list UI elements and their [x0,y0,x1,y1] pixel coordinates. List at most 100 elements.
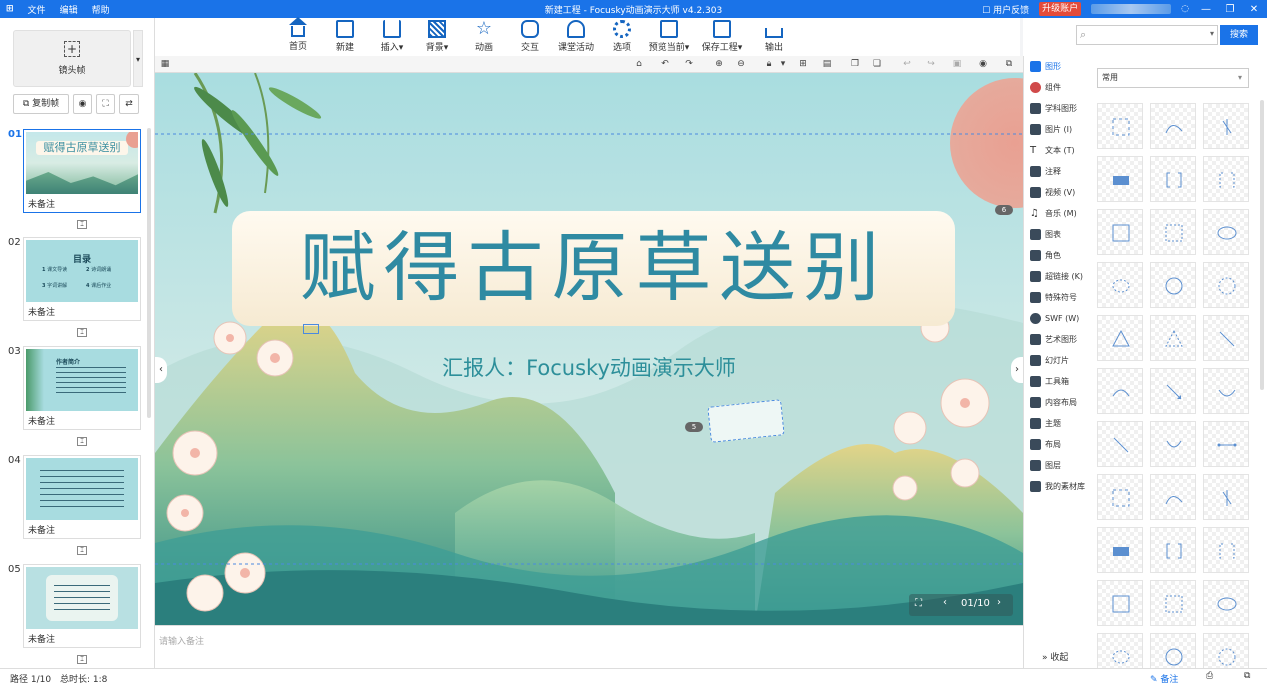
toolbar-new[interactable]: 新建 [321,20,369,53]
category-layers[interactable]: 图层 [1030,457,1061,473]
shape-item[interactable] [1203,474,1249,520]
window-mode-icon[interactable]: ⧉ [1244,671,1250,681]
export-status-icon[interactable]: ⎙ [1206,671,1213,681]
toolbar-export[interactable]: 输出 [750,20,798,53]
account-name[interactable] [1091,4,1172,14]
prev-page-icon[interactable]: ‹ [943,597,947,608]
slide-card[interactable]: 未备注 [23,455,141,539]
copy-frame-button[interactable]: ⧉ 复制帧 [13,94,69,114]
shape-item[interactable] [1150,156,1196,202]
collapse-button[interactable]: » 收起 [1042,650,1068,663]
shape-item[interactable] [1203,262,1249,308]
next-slide-arrow[interactable]: › [1011,357,1023,383]
shape-item[interactable] [1150,368,1196,414]
layout-icon[interactable]: ▦ [159,58,171,70]
shape-item[interactable] [1150,474,1196,520]
camera-button[interactable]: ◉ [73,94,92,114]
undo-icon[interactable]: ↩ [901,58,913,70]
notes-field[interactable]: 请输入备注 [155,625,1023,668]
shape-item[interactable] [1203,209,1249,255]
shape-item[interactable] [1203,103,1249,149]
slide-card[interactable]: 目录 1 课文导读 2 诗词朗诵 3 字词讲解 4 课后作业 未备注 [23,237,141,321]
category-symbols[interactable]: 特殊符号 [1030,289,1077,305]
toolbar-home[interactable]: 首页 [274,17,322,52]
transition-icon[interactable]: ⌶ [77,220,87,229]
delete-icon[interactable]: ▣ [951,58,963,70]
badge-marker[interactable]: 6 [995,205,1013,215]
category-shapes[interactable]: 图形 [1030,58,1061,74]
shape-item[interactable] [1150,262,1196,308]
rotate-right-icon[interactable]: ↷ [683,58,695,70]
shape-filter-select[interactable]: 常用 [1097,68,1249,88]
lens-frame-dropdown[interactable]: ▾ [133,30,143,87]
reorder-button[interactable]: ⇄ [119,94,139,114]
category-content-layout[interactable]: 内容布局 [1030,394,1077,410]
toolbar-background[interactable]: 背景▾ [413,20,461,53]
shape-item[interactable] [1150,527,1196,573]
toolbar-options[interactable]: 选项 [598,20,646,53]
restore-button[interactable]: ❐ [1223,4,1237,15]
selected-frame-handle[interactable] [303,324,319,334]
shape-item[interactable] [1203,156,1249,202]
slide-subtitle[interactable]: 汇报人：Focusky动画演示大师 [155,352,1023,382]
category-layout[interactable]: 布局 [1030,436,1061,452]
feedback-link[interactable]: ☐ 用户反馈 [982,3,1029,16]
slide-card[interactable]: 作者简介 未备注 [23,346,141,430]
upgrade-button[interactable]: 升级账户 [1039,2,1082,16]
category-art-shapes[interactable]: 艺术图形 [1030,331,1077,347]
category-music[interactable]: ♫ 音乐 (M) [1030,205,1077,221]
category-notes[interactable]: 注释 [1030,163,1061,179]
transition-icon[interactable]: ⌶ [77,437,87,446]
slide-stage[interactable]: 赋得古原草送别 汇报人：Focusky动画演示大师 6 5 ‹ › ⛶ ‹ 01… [155,73,1023,625]
category-hyperlink[interactable]: 超链接 (K) [1030,268,1083,284]
shape-item[interactable] [1203,580,1249,626]
shape-item[interactable] [1097,421,1143,467]
toolbar-interact[interactable]: 交互 [506,20,554,53]
slide-card[interactable]: 赋得古原草送别 未备注 [23,129,141,213]
copy-layer-icon[interactable]: ❐ [849,58,861,70]
shape-item[interactable] [1097,103,1143,149]
category-toolbox[interactable]: 工具箱 [1030,373,1069,389]
category-images[interactable]: 图片 (I) [1030,121,1072,137]
shape-item[interactable] [1203,315,1249,361]
toolbar-preview[interactable]: 预览当前▾ [644,20,694,53]
lock-dropdown-icon[interactable]: ▾ [777,58,789,70]
category-components[interactable]: 组件 [1030,79,1061,95]
toolbar-animation[interactable]: ☆ 动画 [460,20,508,54]
rotate-left-icon[interactable]: ↶ [659,58,671,70]
shape-item[interactable] [1097,474,1143,520]
home-view-icon[interactable]: ⌂ [633,58,645,70]
redo-icon[interactable]: ↪ [925,58,937,70]
category-video[interactable]: 视频 (V) [1030,184,1075,200]
shapes-scrollbar[interactable] [1260,100,1264,390]
user-icon[interactable]: ◌ [1181,4,1189,14]
shape-item[interactable] [1097,156,1143,202]
frame-select-button[interactable]: ⛶ [96,94,115,114]
screenshot-icon[interactable]: ◉ [977,58,989,70]
shape-item[interactable] [1150,580,1196,626]
lens-frame-button[interactable]: + 镜头帧 [13,30,131,87]
badge-marker[interactable]: 5 [685,422,703,432]
close-button[interactable]: ✕ [1247,4,1261,15]
fullscreen-icon[interactable]: ⛶ [915,598,922,609]
shape-item[interactable] [1150,209,1196,255]
next-page-icon[interactable]: › [997,597,1001,608]
align-icon[interactable]: ▤ [821,58,833,70]
category-charts[interactable]: 图表 [1030,226,1061,242]
category-swf[interactable]: SWF (W) [1030,310,1079,326]
toolbar-save[interactable]: 保存工程▾ [696,20,748,53]
search-button[interactable]: 搜索 [1220,25,1258,45]
shape-item[interactable] [1097,368,1143,414]
shape-item[interactable] [1150,103,1196,149]
shape-item[interactable] [1150,315,1196,361]
shape-item[interactable] [1203,368,1249,414]
category-roles[interactable]: 角色 [1030,247,1061,263]
shape-item[interactable] [1150,421,1196,467]
shape-item[interactable] [1097,262,1143,308]
toolbar-classroom[interactable]: 课堂活动 [551,20,601,53]
category-theme[interactable]: 主题 [1030,415,1061,431]
category-library[interactable]: 我的素材库 [1030,478,1085,494]
toolbar-insert[interactable]: 插入▾ [368,20,416,53]
shape-item[interactable] [1097,315,1143,361]
shape-item[interactable] [1203,527,1249,573]
